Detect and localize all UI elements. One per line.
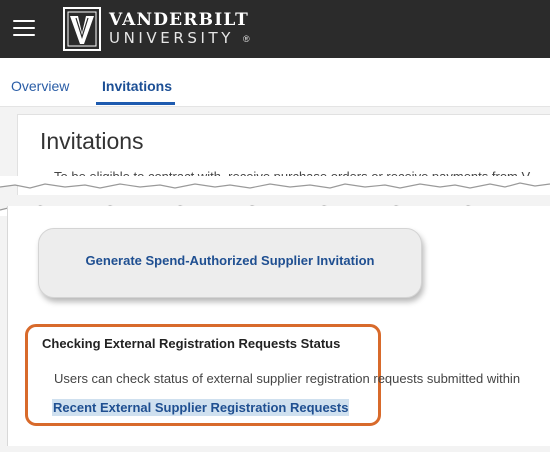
tab-invitations[interactable]: Invitations bbox=[102, 78, 172, 94]
top-header-bar: VANDERBILT UNIVERSITY ® bbox=[0, 0, 550, 58]
active-tab-indicator bbox=[96, 102, 175, 105]
status-section-text: Users can check status of external suppl… bbox=[54, 371, 521, 386]
vanderbilt-v-shield-icon[interactable] bbox=[63, 7, 101, 51]
generate-invitation-label: Generate Spend-Authorized Supplier Invit… bbox=[85, 253, 375, 268]
registered-mark: ® bbox=[243, 34, 250, 44]
status-section-title: Checking External Registration Requests … bbox=[42, 336, 341, 351]
tab-bar: Overview Invitations bbox=[0, 58, 550, 107]
logo-subtitle: UNIVERSITY bbox=[109, 29, 235, 47]
generate-invitation-button[interactable]: Generate Spend-Authorized Supplier Invit… bbox=[38, 228, 422, 298]
hamburger-menu-icon[interactable] bbox=[13, 20, 35, 37]
logo-wordmark: VANDERBILT bbox=[109, 10, 249, 30]
page-title: Invitations bbox=[40, 128, 144, 154]
recent-registration-requests-link[interactable]: Recent External Supplier Registration Re… bbox=[52, 399, 350, 416]
tab-overview[interactable]: Overview bbox=[11, 78, 69, 94]
